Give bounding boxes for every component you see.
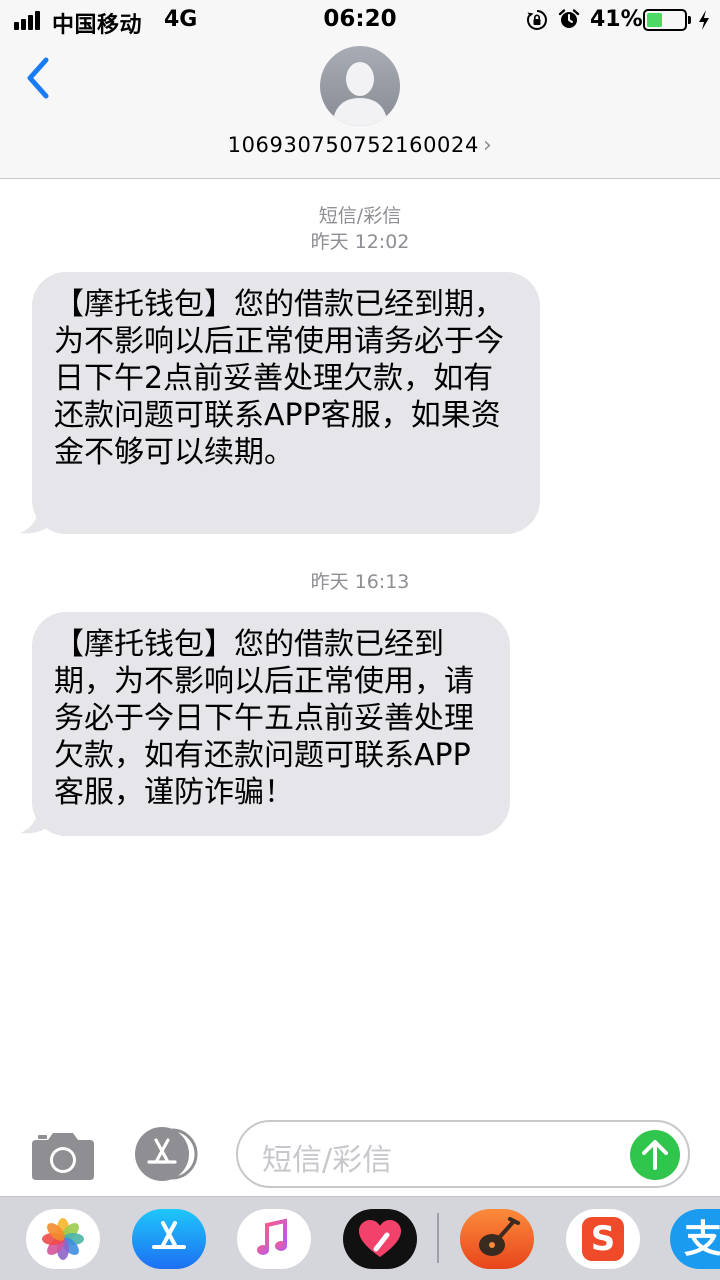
message-bubble[interactable]: 【摩托钱包】您的借款已经到期，为不影响以后正常使用请务必于今日下午2点前妥善处理… bbox=[32, 272, 540, 534]
conversation-header: 106930750752160024 › bbox=[0, 40, 720, 179]
sogou-icon[interactable]: S bbox=[566, 1209, 640, 1269]
send-button[interactable] bbox=[630, 1130, 680, 1180]
contact-avatar[interactable] bbox=[320, 46, 400, 126]
alarm-clock-icon bbox=[558, 9, 580, 28]
message-input-bar: 短信/彩信 bbox=[0, 1112, 720, 1196]
music-icon[interactable] bbox=[237, 1209, 311, 1269]
person-silhouette-icon bbox=[332, 62, 388, 126]
message-timestamp: 昨天 12:02 bbox=[310, 231, 410, 253]
photos-icon[interactable] bbox=[26, 1209, 100, 1269]
app-store-icon[interactable] bbox=[134, 1126, 204, 1182]
rotation-lock-icon bbox=[527, 10, 547, 30]
contact-number: 106930750752160024 bbox=[227, 133, 479, 157]
camera-icon[interactable] bbox=[30, 1130, 96, 1182]
battery-nub bbox=[688, 16, 691, 24]
alipay-icon[interactable]: 支 bbox=[670, 1209, 720, 1269]
app-store-icon[interactable] bbox=[132, 1209, 206, 1269]
battery-level-fill bbox=[647, 13, 662, 27]
digital-touch-icon[interactable] bbox=[343, 1209, 417, 1269]
sogou-glyph: S bbox=[582, 1217, 624, 1261]
status-bar: 中国移动 4G 06:20 41% bbox=[0, 0, 720, 40]
back-chevron-icon[interactable] bbox=[22, 55, 54, 101]
battery-icon bbox=[643, 9, 687, 31]
alipay-glyph: 支 bbox=[684, 1217, 720, 1261]
send-arrow-icon bbox=[642, 1140, 668, 1170]
contact-name[interactable]: 106930750752160024 › bbox=[0, 133, 720, 158]
battery-percentage: 41% bbox=[590, 7, 643, 32]
message-type-label: 短信/彩信 bbox=[318, 205, 402, 227]
app-drawer: S 支 bbox=[0, 1196, 720, 1280]
message-timestamp: 昨天 16:13 bbox=[310, 571, 410, 593]
charging-bolt-icon bbox=[699, 10, 709, 30]
message-bubble[interactable]: 【摩托钱包】您的借款已经到期，为不影响以后正常使用，请务必于今日下午五点前妥善处… bbox=[32, 612, 510, 836]
message-input-placeholder: 短信/彩信 bbox=[262, 1143, 393, 1178]
contact-chevron-icon: › bbox=[482, 133, 493, 158]
drawer-divider bbox=[437, 1213, 439, 1263]
message-input[interactable]: 短信/彩信 bbox=[236, 1120, 690, 1188]
garageband-icon[interactable] bbox=[460, 1209, 534, 1269]
